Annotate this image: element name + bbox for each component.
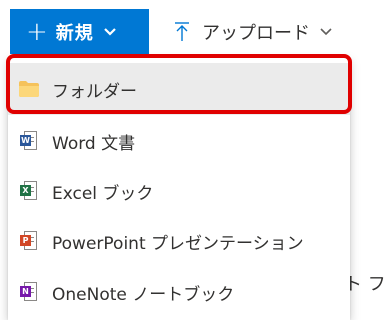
new-button-label: 新規 bbox=[55, 22, 94, 44]
menu-item-label: Word 文書 bbox=[52, 133, 136, 154]
folder-icon bbox=[18, 78, 40, 100]
menu-item-excel[interactable]: X Excel ブック bbox=[8, 165, 350, 217]
plus-icon: + bbox=[26, 16, 48, 47]
menu-item-powerpoint[interactable]: P PowerPoint プレゼンテーション bbox=[8, 215, 350, 267]
chevron-down-icon bbox=[104, 27, 116, 36]
word-icon: W bbox=[18, 130, 40, 152]
menu-item-label: フォルダー bbox=[52, 81, 137, 102]
menu-item-folder[interactable]: フォルダー bbox=[8, 63, 350, 115]
new-menu: フォルダー W Word 文書 X Excel ブック P PowerPoint… bbox=[6, 54, 352, 320]
new-button[interactable]: + 新規 bbox=[10, 9, 149, 54]
menu-item-onenote[interactable]: N OneNote ノートブック bbox=[8, 266, 350, 318]
menu-item-label: Excel ブック bbox=[52, 183, 154, 204]
powerpoint-icon: P bbox=[18, 230, 40, 252]
menu-item-label: PowerPoint プレゼンテーション bbox=[52, 233, 304, 254]
onenote-icon: N bbox=[18, 281, 40, 303]
upload-label: アップロード bbox=[202, 23, 310, 44]
chevron-down-icon bbox=[320, 28, 332, 36]
upload-button[interactable]: アップロード bbox=[174, 14, 332, 50]
excel-icon: X bbox=[18, 180, 40, 202]
command-bar: + 新規 アップロード bbox=[0, 0, 386, 56]
upload-arrow-icon bbox=[174, 22, 190, 42]
menu-item-label: OneNote ノートブック bbox=[52, 284, 235, 305]
background-text: ト フ bbox=[344, 274, 386, 295]
menu-item-word[interactable]: W Word 文書 bbox=[8, 115, 350, 167]
